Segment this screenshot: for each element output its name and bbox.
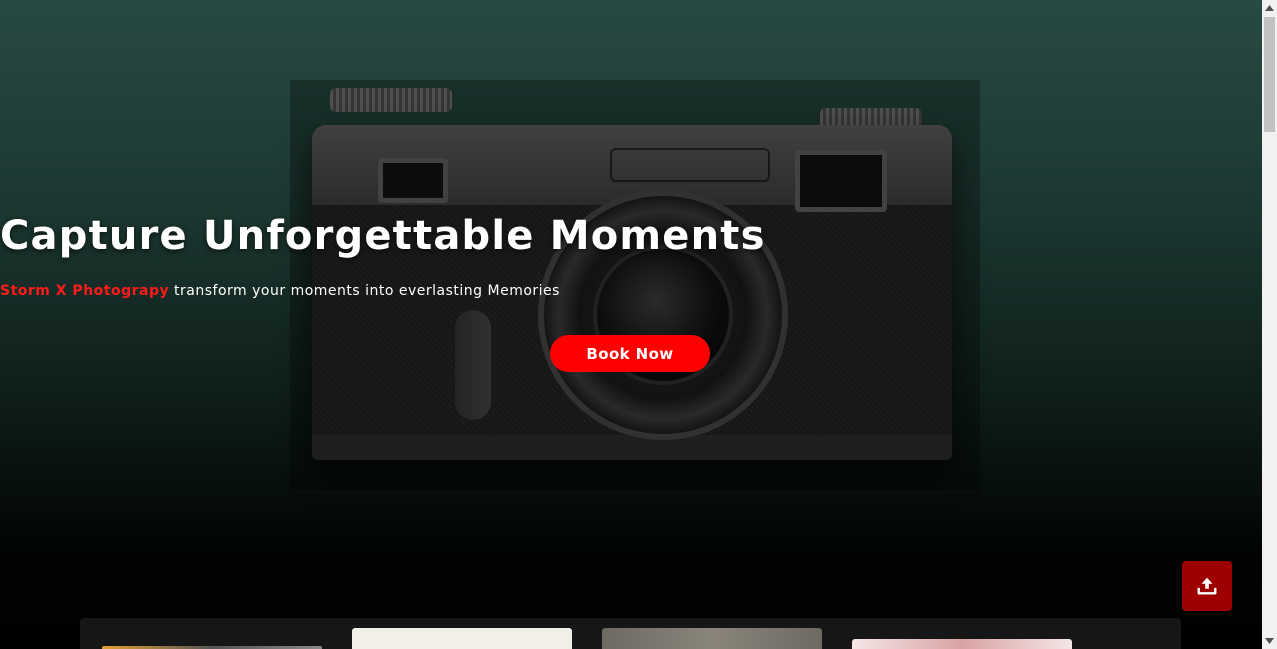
brand-name: Storm X Photograpy	[0, 283, 170, 299]
page-scrollbar[interactable]	[1262, 0, 1277, 649]
scroll-to-top-button[interactable]	[1182, 561, 1232, 611]
hero-subtitle: Storm X Photograpy transform your moment…	[0, 283, 1262, 299]
book-now-button[interactable]: Book Now	[550, 335, 710, 372]
gallery-thumbnail[interactable]	[602, 628, 822, 649]
scroll-down-arrow-icon[interactable]	[1262, 633, 1277, 649]
hero-subtitle-text: transform your moments into everlasting …	[169, 283, 560, 299]
scroll-up-arrow-icon[interactable]	[1262, 0, 1277, 16]
gallery-thumbnail[interactable]	[852, 639, 1072, 649]
hero-section: Capture Unforgettable Moments Storm X Ph…	[0, 0, 1262, 649]
gallery-thumbnail[interactable]	[352, 628, 572, 649]
scrollbar-thumb[interactable]	[1264, 17, 1275, 132]
upload-arrow-icon	[1197, 577, 1217, 595]
hero-title: Capture Unforgettable Moments	[0, 213, 766, 259]
gallery-strip	[80, 618, 1181, 649]
